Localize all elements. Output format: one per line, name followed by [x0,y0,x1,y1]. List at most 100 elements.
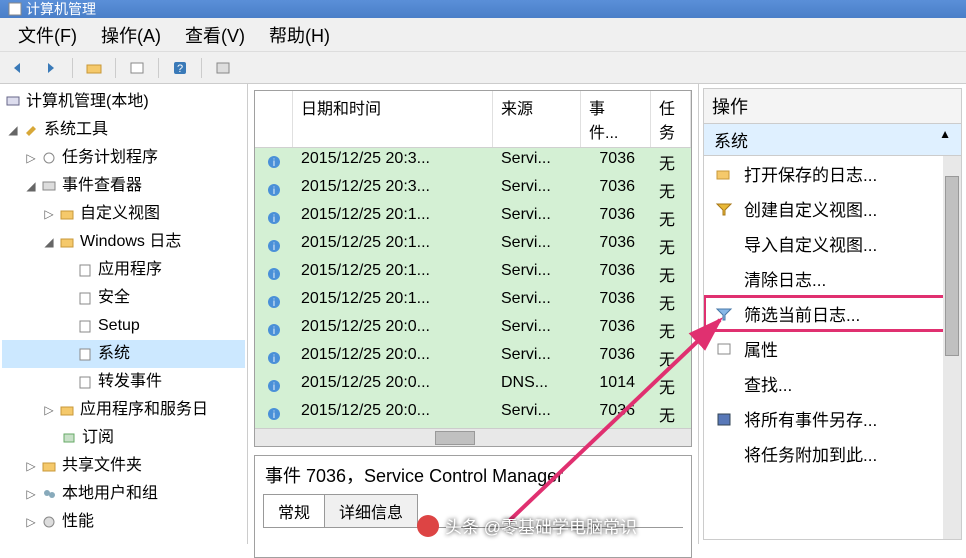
expand-icon[interactable]: ▷ [24,481,38,507]
properties-button[interactable] [124,56,150,80]
separator [72,58,73,78]
open-icon [714,165,734,183]
action-create-custom[interactable]: 创建自定义视图... [704,191,961,226]
menu-action[interactable]: 操作(A) [89,18,173,52]
expand-icon[interactable]: ▷ [24,509,38,535]
info-icon: i [266,154,282,170]
table-row[interactable]: i2015/12/25 20:0...DNS...1014无 [255,372,691,400]
avatar-icon [417,515,439,537]
tree-local-users[interactable]: ▷本地用户和组 [2,480,245,508]
info-icon: i [266,238,282,254]
folder-icon [58,401,76,419]
tree-custom-views[interactable]: ▷自定义视图 [2,200,245,228]
action-filter-current[interactable]: 筛选当前日志... [704,296,961,331]
svg-text:i: i [273,354,275,365]
action-properties[interactable]: 属性 [704,331,961,366]
table-row[interactable]: i2015/12/25 20:1...Servi...7036无 [255,204,691,232]
blank-icon [714,270,734,288]
back-button[interactable] [6,56,32,80]
users-icon [40,485,58,503]
tree-root[interactable]: 计算机管理(本地) [2,88,245,116]
action-clear-log[interactable]: 清除日志... [704,261,961,296]
folder-icon [58,233,76,251]
tab-general[interactable]: 常规 [263,494,325,527]
watermark: 头条 @零基础学电脑常识 [417,513,637,538]
svg-text:i: i [273,298,275,309]
tree-task-scheduler[interactable]: ▷任务计划程序 [2,144,245,172]
table-row[interactable]: i2015/12/25 20:0...Servi...7036无 [255,316,691,344]
tree-shared-folders[interactable]: ▷共享文件夹 [2,452,245,480]
collapse-icon[interactable]: ◢ [24,173,38,199]
help-button[interactable]: ? [167,56,193,80]
info-icon: i [266,210,282,226]
action-save-all[interactable]: 将所有事件另存... [704,401,961,436]
actions-list: 打开保存的日志... 创建自定义视图... 导入自定义视图... 清除日志...… [703,156,962,540]
forward-button[interactable] [38,56,64,80]
snap-icon [8,2,22,16]
action-open-saved-log[interactable]: 打开保存的日志... [704,156,961,191]
refresh-button[interactable] [210,56,236,80]
tree-forwarded[interactable]: 转发事件 [2,368,245,396]
table-row[interactable]: i2015/12/25 20:1...Servi...7036无 [255,288,691,316]
tree-app-services[interactable]: ▷应用程序和服务日 [2,396,245,424]
scroll-thumb[interactable] [945,176,959,356]
table-row[interactable]: i2015/12/25 20:3...Servi...7036无 [255,176,691,204]
action-attach-task[interactable]: 将任务附加到此... [704,436,961,471]
menu-help[interactable]: 帮助(H) [257,18,342,52]
grid-rows: i2015/12/25 20:3...Servi...7036无i2015/12… [255,148,691,428]
col-source[interactable]: 来源 [493,91,581,147]
col-date[interactable]: 日期和时间 [293,91,493,147]
tree-event-viewer[interactable]: ◢事件查看器 [2,172,245,200]
expand-icon[interactable]: ▷ [42,201,56,227]
blank-icon [714,445,734,463]
h-scrollbar[interactable] [255,428,691,446]
svg-text:i: i [273,158,275,169]
table-row[interactable]: i2015/12/25 20:0...Servi...7036无 [255,344,691,372]
center-panel: 日期和时间 来源 事件... 任务 i2015/12/25 20:3...Ser… [248,84,698,544]
tree-app-log[interactable]: 应用程序 [2,256,245,284]
menu-file[interactable]: 文件(F) [6,18,89,52]
expand-icon[interactable]: ▷ [24,453,38,479]
info-icon: i [266,182,282,198]
wrench-icon [22,121,40,139]
tree-subscriptions[interactable]: 订阅 [2,424,245,452]
log-icon [76,261,94,279]
table-row[interactable]: i2015/12/25 20:1...Servi...7036无 [255,232,691,260]
detail-title: 事件 7036，Service Control Manager [255,456,691,494]
collapse-icon[interactable]: ◢ [42,229,56,255]
clock-icon [40,149,58,167]
svg-text:i: i [273,242,275,253]
col-event[interactable]: 事件... [581,91,651,147]
tree-windows-logs[interactable]: ◢Windows 日志 [2,228,245,256]
log-icon [76,289,94,307]
v-scrollbar[interactable] [943,156,961,539]
log-icon [76,373,94,391]
actions-section[interactable]: 系统▲ [703,124,962,156]
expand-icon[interactable]: ▷ [42,397,56,423]
tree-system-log[interactable]: 系统 [2,340,245,368]
menubar: 文件(F) 操作(A) 查看(V) 帮助(H) [0,18,966,52]
tree-setup-log[interactable]: Setup [2,312,245,340]
tree-performance[interactable]: ▷性能 [2,508,245,536]
tree-security-log[interactable]: 安全 [2,284,245,312]
tree-system-tools[interactable]: ◢系统工具 [2,116,245,144]
separator [115,58,116,78]
table-row[interactable]: i2015/12/25 20:1...Servi...7036无 [255,260,691,288]
blank-icon [714,235,734,253]
properties-icon [714,340,734,358]
collapse-icon[interactable]: ◢ [6,117,20,143]
table-row[interactable]: i2015/12/25 20:3...Servi...7036无 [255,148,691,176]
table-row[interactable]: i2015/12/25 20:0...Servi...7036无 [255,400,691,428]
action-import-custom[interactable]: 导入自定义视图... [704,226,961,261]
col-task[interactable]: 任务 [651,91,691,147]
actions-header: 操作 [703,88,962,124]
scroll-thumb[interactable] [435,431,475,445]
action-find[interactable]: 查找... [704,366,961,401]
menu-view[interactable]: 查看(V) [173,18,257,52]
toolbar: ? [0,52,966,84]
tab-details[interactable]: 详细信息 [324,494,418,527]
folder-button[interactable] [81,56,107,80]
expand-icon[interactable]: ▷ [24,145,38,171]
collapse-icon: ▲ [939,127,951,152]
shared-icon [40,457,58,475]
